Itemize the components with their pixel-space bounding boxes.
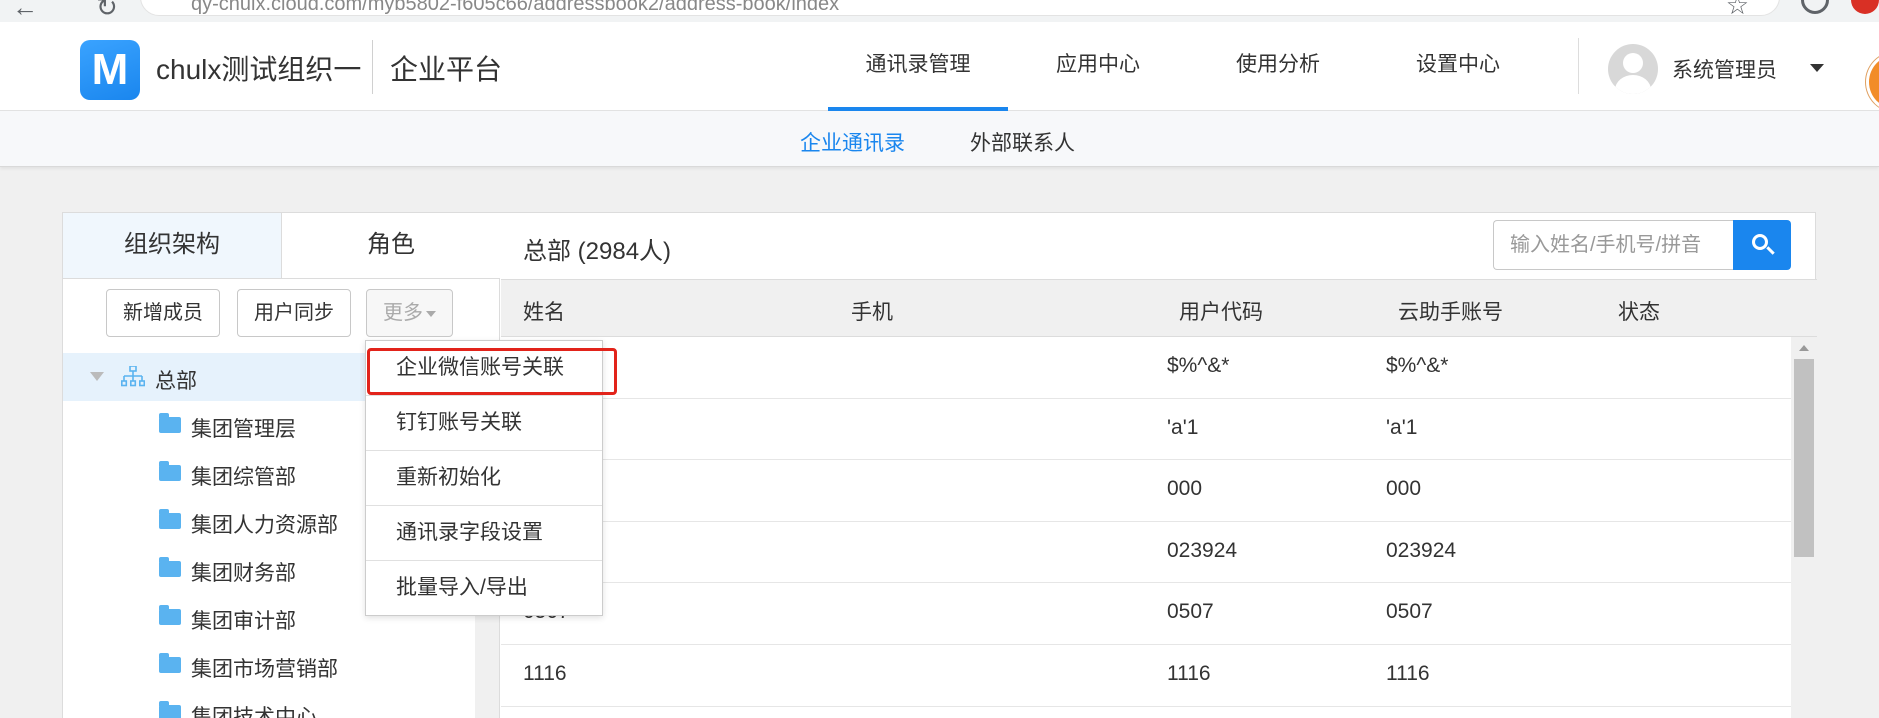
brand-divider: [372, 40, 373, 94]
more-button[interactable]: 更多: [366, 289, 453, 337]
menu-item-bulk-import-export[interactable]: 批量导入/导出: [366, 561, 602, 616]
column-header-name[interactable]: 姓名: [523, 296, 565, 326]
nav-settings-center[interactable]: 设置中心: [1368, 22, 1548, 111]
search-icon-handle: [1766, 246, 1775, 255]
table-row[interactable]: 023924 023924: [501, 522, 1791, 584]
app-logo[interactable]: M: [80, 40, 140, 100]
nav-divider: [1578, 38, 1579, 94]
table-body: $%^&* $%^&* 'a'1 'a'1 000 000 023924 023…: [501, 337, 1791, 707]
folder-icon: [159, 557, 181, 577]
back-icon[interactable]: ←: [12, 0, 38, 22]
collapse-arrow-icon[interactable]: [90, 372, 104, 381]
folder-icon: [159, 605, 181, 625]
user-name[interactable]: 系统管理员: [1672, 54, 1777, 84]
cell-assistant-account: 1116: [1386, 661, 1430, 685]
menu-item-wecom-link[interactable]: 企业微信账号关联: [366, 341, 602, 396]
address-bar-url: qy-chulx.cloud.com/myb5802-f605c66/addre…: [191, 0, 840, 15]
reload-icon[interactable]: ↻: [96, 0, 118, 22]
subnav-enterprise-contacts[interactable]: 企业通讯录: [800, 127, 905, 157]
folder-icon: [159, 509, 181, 529]
folder-icon: [159, 701, 181, 718]
nav-usage-analytics[interactable]: 使用分析: [1188, 22, 1368, 111]
folder-icon: [159, 461, 181, 481]
search-button[interactable]: [1733, 220, 1791, 270]
department-title: 总部 (2984人): [523, 238, 672, 265]
tree-node[interactable]: 集团市场营销部: [63, 641, 473, 689]
more-dropdown-menu: 企业微信账号关联 钉钉账号关联 重新初始化 通讯录字段设置 批量导入/导出: [365, 340, 603, 616]
tree-node-label: 集团技术中心: [191, 706, 317, 718]
column-header-phone[interactable]: 手机: [851, 296, 893, 326]
folder-icon: [159, 653, 181, 673]
sub-nav: 企业通讯录 外部联系人: [0, 111, 1879, 167]
tree-node-label: 总部: [155, 370, 197, 393]
table-row[interactable]: 0507 0507 0507: [501, 583, 1791, 645]
cell-user-code: 'a'1: [1167, 415, 1199, 439]
avatar-body-shape: [1615, 75, 1651, 94]
member-list-panel: 总部 (2984人) 姓名 手机 用户代码 云助手账号 状态 $%^&* $%^…: [501, 213, 1817, 718]
table-header: 姓名 手机 用户代码 云助手账号 状态: [501, 279, 1817, 337]
nav-app-center[interactable]: 应用中心: [1008, 22, 1188, 111]
menu-item-dingtalk-link[interactable]: 钉钉账号关联: [366, 396, 602, 451]
scroll-up-arrow-icon[interactable]: [1799, 345, 1809, 351]
tab-org-structure[interactable]: 组织架构: [63, 213, 282, 279]
cell-assistant-account: 0507: [1386, 600, 1433, 624]
tree-node-label: 集团人力资源部: [191, 514, 338, 537]
menu-item-reinitialize[interactable]: 重新初始化: [366, 451, 602, 506]
table-row[interactable]: 'a'1 'a'1: [501, 399, 1791, 461]
user-sync-button[interactable]: 用户同步: [237, 289, 351, 337]
column-header-status[interactable]: 状态: [1618, 296, 1660, 326]
nav-contacts-management[interactable]: 通讯录管理: [828, 22, 1008, 111]
cell-user-code: 023924: [1167, 538, 1238, 562]
cell-assistant-account: $%^&*: [1386, 354, 1449, 377]
cell-assistant-account: 023924: [1386, 538, 1457, 562]
tree-node[interactable]: 集团技术中心: [63, 689, 473, 718]
profile-icon[interactable]: [1801, 0, 1829, 14]
org-chart-icon: [121, 366, 145, 387]
tree-node-label: 集团管理层: [191, 418, 296, 441]
platform-name: 企业平台: [390, 54, 503, 85]
table-row[interactable]: $%^&* $%^&*: [501, 337, 1791, 399]
column-header-user-code[interactable]: 用户代码: [1179, 296, 1263, 326]
cell-user-code: 1116: [1167, 661, 1211, 685]
contacts-panel: 组织架构 角色 新增成员 用户同步 更多 总部 集团管理层 集团综管部 集团人力…: [62, 212, 1817, 718]
user-menu-caret-icon[interactable]: [1810, 64, 1824, 72]
table-row[interactable]: 000 000: [501, 460, 1791, 522]
column-header-assistant-account[interactable]: 云助手账号: [1398, 296, 1503, 326]
cell-user-code: 000: [1167, 477, 1203, 501]
table-scrollbar[interactable]: [1791, 337, 1817, 718]
avatar-head-shape: [1623, 53, 1643, 73]
cell-user-code: $%^&*: [1167, 354, 1230, 377]
subnav-external-contacts[interactable]: 外部联系人: [970, 127, 1075, 157]
tree-node-label: 集团审计部: [191, 610, 296, 633]
main-nav: 通讯录管理 应用中心 使用分析 设置中心: [828, 22, 1548, 111]
address-bar[interactable]: qy-chulx.cloud.com/myb5802-f605c66/addre…: [140, 0, 1780, 16]
search-input[interactable]: [1493, 220, 1733, 270]
cell-name: 1116: [523, 661, 567, 685]
floating-assistant-icon[interactable]: [1866, 52, 1879, 112]
cell-assistant-account: 000: [1386, 477, 1422, 501]
table-row[interactable]: 1116 1116 1116: [501, 645, 1791, 707]
tree-node-label: 集团财务部: [191, 562, 296, 585]
scrollbar-thumb[interactable]: [1794, 359, 1814, 557]
cell-user-code: 0507: [1167, 600, 1214, 624]
top-header: M chulx测试组织一 企业平台 通讯录管理 应用中心 使用分析 设置中心 系…: [0, 22, 1879, 112]
tree-node-label: 集团市场营销部: [191, 658, 338, 681]
more-button-label: 更多: [383, 302, 423, 324]
bookmark-star-icon[interactable]: ☆: [1726, 0, 1749, 21]
folder-icon: [159, 413, 181, 433]
more-caret-icon: [426, 310, 436, 317]
menu-item-field-settings[interactable]: 通讯录字段设置: [366, 506, 602, 561]
org-name: chulx测试组织一: [156, 54, 362, 85]
extension-icon[interactable]: [1851, 0, 1879, 14]
user-avatar[interactable]: [1608, 44, 1658, 94]
left-tabs: 组织架构 角色: [63, 213, 500, 279]
cell-assistant-account: 'a'1: [1386, 415, 1418, 439]
tab-roles[interactable]: 角色: [282, 213, 500, 279]
tree-node-label: 集团综管部: [191, 466, 296, 489]
add-member-button[interactable]: 新增成员: [106, 289, 220, 337]
browser-toolbar: ← ↻ qy-chulx.cloud.com/myb5802-f605c66/a…: [0, 0, 1879, 22]
